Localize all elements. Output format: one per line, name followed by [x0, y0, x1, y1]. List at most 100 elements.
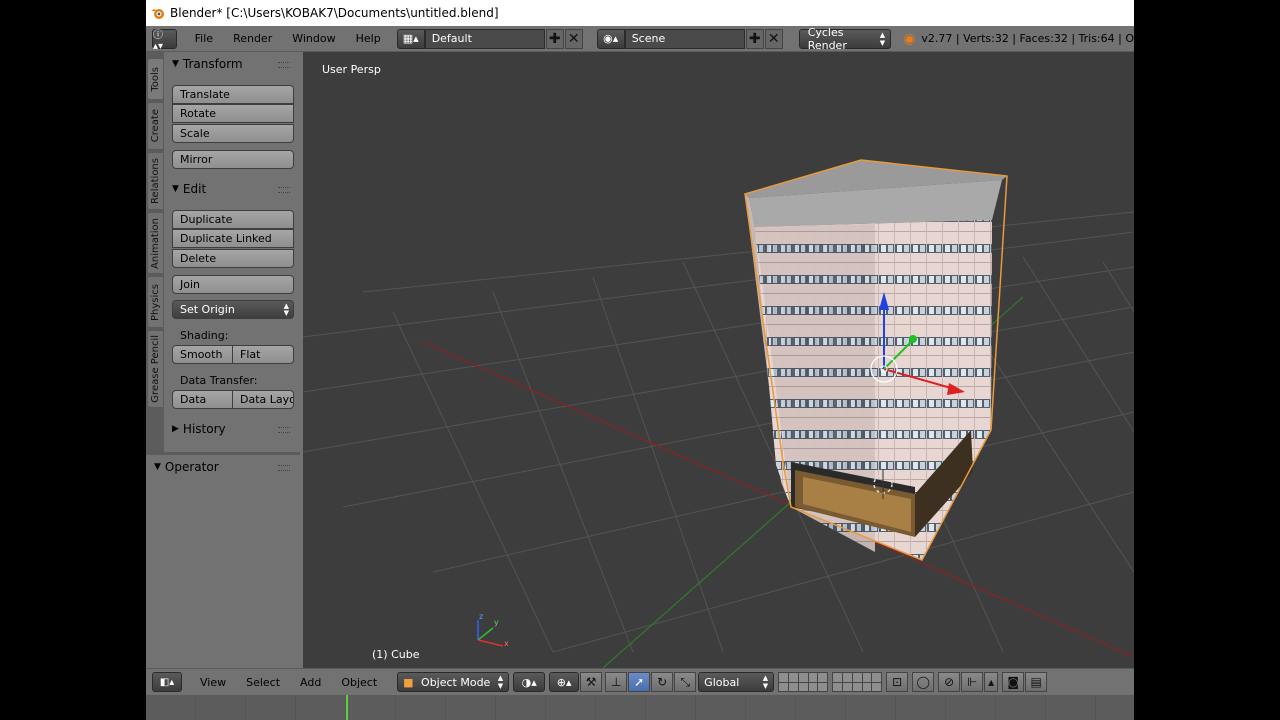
pivot-icon: ⊕▴ — [556, 675, 572, 689]
tab-relations[interactable]: Relations — [147, 152, 164, 210]
scene-name-field[interactable]: Scene — [624, 28, 745, 49]
transform-orientation-dropdown[interactable]: Global ▲ ▼ — [698, 672, 775, 692]
panel-grip-icon[interactable] — [278, 187, 290, 193]
editor-type-button[interactable]: ⓘ ▴▾ — [152, 28, 177, 52]
data-transfer-label: Data Transfer: — [180, 374, 258, 387]
menu-object[interactable]: Object — [331, 676, 387, 689]
stats-text: v2.77 | Verts:32 | Faces:32 | Tris:64 | … — [921, 32, 1134, 45]
duplicate-button[interactable]: Duplicate — [172, 210, 294, 229]
join-button[interactable]: Join — [172, 275, 294, 294]
tab-animation[interactable]: Animation — [147, 212, 164, 274]
rotate-button[interactable]: Rotate — [172, 104, 294, 123]
menu-help[interactable]: Help — [346, 32, 391, 45]
axis-indicator-icon — [477, 620, 504, 647]
title-bar: Blender* [C:\Users\KOBAK7\Documents\unti… — [146, 0, 1134, 26]
viewport-scene — [303, 159, 1134, 668]
timeline-grid — [146, 695, 1134, 720]
info-icon: ⓘ ▴▾ — [153, 29, 164, 52]
scene-icon[interactable]: ◉▴ — [596, 28, 625, 49]
axis-z-label: z — [479, 612, 484, 621]
interaction-mode-dropdown[interactable]: ■ Object Mode ▲ ▼ — [397, 672, 510, 692]
menu-render[interactable]: Render — [223, 32, 282, 45]
snap-options-icon[interactable]: ▴ — [984, 672, 999, 692]
render-engine-label: Cycles Render — [807, 25, 847, 52]
scale-manipulator-icon[interactable]: ⤡ — [674, 672, 697, 692]
window-title: Blender* [C:\Users\KOBAK7\Documents\unti… — [170, 6, 499, 20]
manipulator-axes-icon[interactable]: ⊥ — [605, 672, 628, 692]
scene-selector[interactable]: ◉▴ Scene ✚ ✕ — [596, 28, 783, 49]
info-header: ⓘ ▴▾ File Render Window Help ▦▴ Default … — [146, 26, 1134, 52]
tab-physics[interactable]: Physics — [147, 276, 164, 328]
layers-grid-a[interactable] — [778, 672, 829, 692]
menu-select[interactable]: Select — [236, 676, 290, 689]
menu-view[interactable]: View — [190, 676, 236, 689]
axis-y-label: y — [494, 618, 499, 627]
layout-selector[interactable]: ▦▴ Default ✚ ✕ — [396, 28, 583, 49]
delete-button[interactable]: Delete — [172, 249, 294, 268]
layers-grid-b[interactable] — [832, 672, 883, 692]
data-button[interactable]: Data — [172, 390, 233, 409]
flat-button[interactable]: Flat — [233, 345, 294, 364]
tool-shelf-tabs: Tools Create Relations Animation Physics… — [146, 52, 164, 452]
panel-grip-icon[interactable] — [278, 427, 290, 433]
mirror-button[interactable]: Mirror — [172, 150, 294, 169]
panel-grip-icon[interactable] — [278, 465, 290, 471]
blender-window: Blender* [C:\Users\KOBAK7\Documents\unti… — [146, 0, 1134, 720]
add-layout-icon[interactable]: ✚ — [545, 28, 564, 49]
translate-button[interactable]: Translate — [172, 85, 294, 104]
history-panel-header[interactable]: ▶ History — [172, 422, 226, 436]
smooth-button[interactable]: Smooth — [172, 345, 233, 364]
rotate-manipulator-icon[interactable]: ↻ — [651, 672, 674, 692]
viewport-header: ◧▴ View Select Add Object ■ Object Mode … — [146, 668, 1134, 695]
shading-sphere-icon: ◑▴ — [521, 675, 537, 689]
pivot-point-button[interactable]: ⊕▴ — [549, 672, 580, 692]
snap-magnet-icon[interactable]: ⊘ — [938, 672, 961, 692]
building-mesh[interactable] — [744, 159, 1008, 561]
render-anim-icon[interactable]: ▤ — [1025, 672, 1048, 692]
3d-view-editor-button[interactable]: ◧▴ — [152, 672, 182, 692]
axis-x-label: x — [504, 639, 509, 648]
set-origin-dropdown[interactable]: Set Origin ▲ ▼ — [172, 300, 294, 319]
render-engine-dropdown[interactable]: Cycles Render ▲ ▼ — [798, 25, 892, 52]
menu-file[interactable]: File — [185, 32, 223, 45]
tool-shelf: ▼ Transform Translate Rotate Scale Mirro… — [164, 52, 300, 452]
operator-panel: ▼ Operator — [146, 452, 300, 668]
panel-grip-icon[interactable] — [278, 62, 290, 68]
data-layout-button[interactable]: Data Layo — [233, 390, 294, 409]
remove-scene-icon[interactable]: ✕ — [764, 28, 783, 49]
dropdown-arrows-icon: ▲ ▼ — [762, 674, 769, 690]
dropdown-arrows-icon: ▲ ▼ — [497, 674, 504, 690]
collapse-triangle-icon: ▼ — [172, 59, 179, 69]
lock-layers-icon[interactable]: ⊡ — [886, 672, 909, 692]
operator-panel-header[interactable]: ▼ Operator — [154, 460, 219, 474]
proportional-edit-icon[interactable]: ◯ — [912, 672, 935, 692]
transform-panel-header[interactable]: ▼ Transform — [172, 57, 243, 71]
translate-manipulator-icon[interactable]: ➚ — [628, 672, 651, 692]
shading-label: Shading: — [180, 329, 229, 342]
scale-button[interactable]: Scale — [172, 124, 294, 143]
edit-panel-header[interactable]: ▼ Edit — [172, 182, 206, 196]
tab-grease-pencil[interactable]: Grease Pencil — [147, 330, 164, 408]
snap-element-icon[interactable]: ⊩ — [961, 672, 984, 692]
object-mode-cube-icon: ■ — [403, 675, 414, 689]
menu-window[interactable]: Window — [282, 32, 345, 45]
expand-triangle-icon: ▶ — [172, 424, 179, 434]
remove-layout-icon[interactable]: ✕ — [564, 28, 583, 49]
viewport-shading-button[interactable]: ◑▴ — [513, 672, 546, 692]
dropdown-arrows-icon: ▲ ▼ — [283, 301, 289, 317]
current-frame-marker[interactable] — [346, 695, 348, 720]
tab-create[interactable]: Create — [147, 102, 164, 150]
3d-viewport[interactable]: User Persp z y x (1) Cube — [303, 52, 1134, 668]
view-name-label: User Persp — [322, 63, 381, 76]
render-camera-icon[interactable]: ◙ — [1002, 672, 1025, 692]
add-scene-icon[interactable]: ✚ — [745, 28, 764, 49]
layout-grid-icon[interactable]: ▦▴ — [396, 28, 425, 49]
manipulator-toggle-icon[interactable]: ⚒ — [580, 672, 603, 692]
timeline[interactable] — [146, 695, 1134, 720]
object-info-label: (1) Cube — [372, 648, 420, 661]
tab-tools[interactable]: Tools — [147, 58, 164, 100]
mode-label: Object Mode — [421, 675, 491, 689]
duplicate-linked-button[interactable]: Duplicate Linked — [172, 229, 294, 248]
layout-name-field[interactable]: Default — [424, 28, 545, 49]
menu-add[interactable]: Add — [290, 676, 331, 689]
